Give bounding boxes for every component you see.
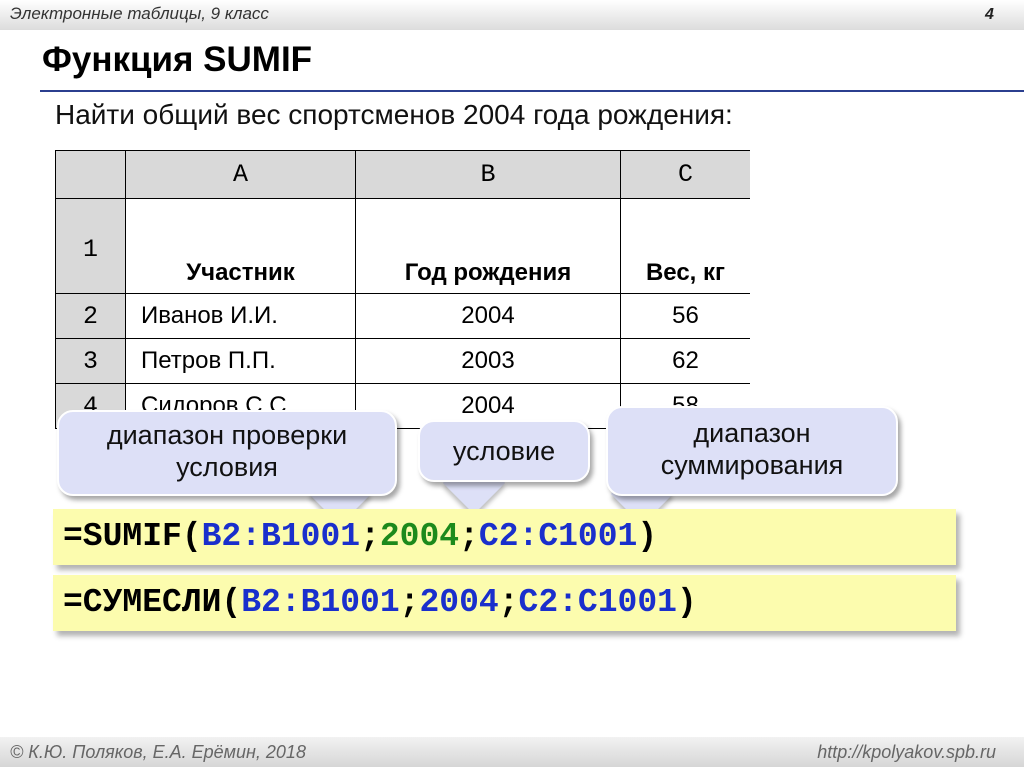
column-header-a[interactable]: A	[125, 150, 356, 199]
row-header[interactable]: 2	[55, 293, 126, 339]
spreadsheet: A B C 1 Участник Год рождения Вес, кг 2 …	[55, 150, 750, 435]
title-underline	[40, 90, 1024, 92]
slide-title: Функция SUMIF	[42, 40, 313, 79]
table-row: 2 Иванов И.И. 2004 56	[55, 293, 750, 339]
callout-sum-range-text: диапазон суммирования	[660, 418, 844, 480]
formula-sum-range: C2:C1001	[478, 518, 638, 555]
formula-function: =СУМЕСЛИ(	[63, 584, 242, 621]
task-text: Найти общий вес спортсменов 2004 года ро…	[55, 99, 733, 130]
cell-a1[interactable]: Участник	[125, 198, 356, 294]
table-row: 3 Петров П.П. 2003 62	[55, 338, 750, 384]
callout-check-range-text: диапазон проверки условия	[106, 420, 348, 482]
course-title: Электронные таблицы, 9 класс	[10, 4, 269, 23]
footer-authors: © К.Ю. Поляков, Е.А. Ерёмин, 2018	[10, 742, 306, 762]
page-number: 4	[985, 6, 994, 23]
formula-separator: ;	[360, 518, 380, 555]
formula-separator: ;	[459, 518, 479, 555]
cell-c3[interactable]: 62	[620, 338, 750, 384]
formula-separator: ;	[498, 584, 519, 621]
formula-criteria: 2004	[419, 584, 499, 621]
row-header[interactable]: 3	[55, 338, 126, 384]
cell-b1[interactable]: Год рождения	[355, 198, 621, 294]
column-header-c[interactable]: C	[620, 150, 750, 199]
formula-close: )	[637, 518, 658, 555]
cell-b3[interactable]: 2003	[355, 338, 621, 384]
cell-b2[interactable]: 2004	[355, 293, 621, 339]
callout-condition-text: условие	[452, 436, 556, 466]
formula-check-range: B2:B1001	[201, 518, 361, 555]
formula-function: =SUMIF(	[63, 518, 202, 555]
formula-separator: ;	[399, 584, 420, 621]
footer-url[interactable]: http://kpolyakov.spb.ru	[817, 742, 996, 763]
callout-condition: условие	[418, 420, 590, 482]
formula-sumesli: =СУМЕСЛИ(B2:B1001;2004;C2:C1001)	[53, 575, 956, 631]
table-row: 1 Участник Год рождения Вес, кг	[55, 198, 750, 294]
formula-sum-range: C2:C1001	[518, 584, 677, 621]
formula-check-range: B2:B1001	[241, 584, 400, 621]
cell-c1[interactable]: Вес, кг	[620, 198, 750, 294]
slide-footer: © К.Ю. Поляков, Е.А. Ерёмин, 2018 http:/…	[0, 737, 1024, 767]
cell-a3[interactable]: Петров П.П.	[125, 338, 356, 384]
corner-cell[interactable]	[55, 150, 126, 199]
cell-a2[interactable]: Иванов И.И.	[125, 293, 356, 339]
row-header[interactable]: 1	[55, 198, 126, 294]
slide-header: Электронные таблицы, 9 класс 4	[0, 0, 1024, 30]
cell-c2[interactable]: 56	[620, 293, 750, 339]
callout-sum-range: диапазон суммирования	[606, 406, 898, 496]
formula-criteria: 2004	[379, 518, 460, 555]
column-header-b[interactable]: B	[355, 150, 621, 199]
formula-close: )	[676, 584, 697, 621]
formula-sumif: =SUMIF(B2:B1001;2004;C2:C1001)	[53, 509, 956, 565]
callout-check-range: диапазон проверки условия	[57, 410, 397, 496]
